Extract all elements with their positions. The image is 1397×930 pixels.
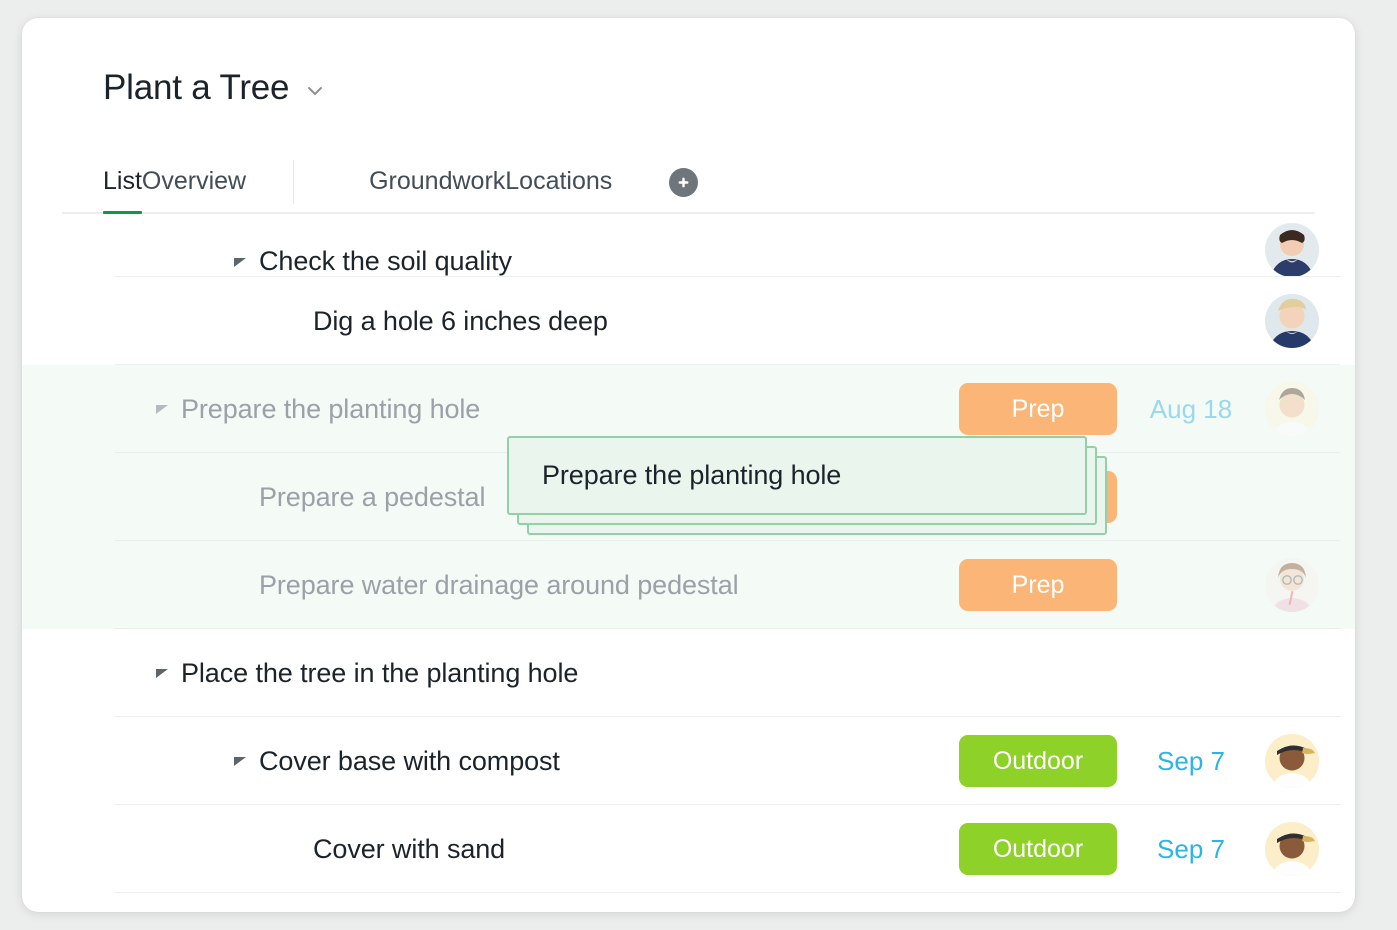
tab-overview[interactable]: Overview — [142, 150, 246, 214]
tab-overview-label: Overview — [141, 166, 247, 195]
tab-locations-label: Locations — [505, 166, 613, 195]
avatar[interactable] — [1265, 822, 1319, 876]
project-card: Plant a Tree List Overview Groundwork Lo… — [22, 18, 1355, 912]
tab-bar: List Overview Groundwork Locations — [22, 151, 1355, 215]
task-name: Place the tree in the planting hole — [181, 657, 579, 688]
tab-list-label: List — [103, 166, 142, 195]
task-name: Prepare water drainage around pedestal — [259, 569, 739, 600]
chevron-down-icon[interactable] — [305, 81, 325, 101]
task-name: Check the soil quality — [259, 246, 512, 276]
avatar[interactable] — [1265, 382, 1319, 436]
task-name: Cover base with compost — [259, 745, 560, 776]
disclosure-triangle-icon[interactable] — [233, 255, 247, 269]
table-row[interactable]: Prepare the planting hole Prep Aug 18 — [22, 365, 1355, 453]
table-row[interactable]: Cover with sand Outdoor Sep 7 — [22, 805, 1355, 893]
tab-locations[interactable]: Locations — [505, 150, 612, 214]
avatar[interactable] — [1265, 294, 1319, 348]
table-row[interactable]: Place the tree in the planting hole — [22, 629, 1355, 717]
task-name: Prepare a pedestal — [259, 481, 486, 512]
task-list[interactable]: Check the soil quality Dig a hole 6 inch… — [22, 215, 1355, 912]
table-row[interactable]: Prepare a pedestal Prep — [22, 453, 1355, 541]
status-badge[interactable]: Outdoor — [959, 823, 1117, 875]
status-badge[interactable]: Outdoor — [959, 735, 1117, 787]
task-name: Dig a hole 6 inches deep — [313, 305, 608, 336]
avatar[interactable] — [1265, 734, 1319, 788]
avatar[interactable] — [1265, 558, 1319, 612]
due-date[interactable]: Sep 7 — [1117, 746, 1265, 777]
disclosure-triangle-icon[interactable] — [233, 754, 247, 768]
table-row[interactable]: Dig a hole 6 inches deep — [22, 277, 1355, 365]
disclosure-triangle-icon[interactable] — [155, 402, 169, 416]
project-header: Plant a Tree — [103, 68, 325, 108]
plus-icon — [676, 175, 691, 190]
tab-groundwork-label: Groundwork — [369, 166, 506, 195]
avatar[interactable] — [1265, 223, 1319, 277]
status-badge[interactable]: Prep — [959, 471, 1117, 523]
table-row[interactable]: Check the soil quality — [22, 215, 1355, 277]
status-badge[interactable]: Prep — [959, 559, 1117, 611]
add-tab-button[interactable] — [669, 167, 699, 197]
status-badge[interactable]: Prep — [959, 383, 1117, 435]
due-date[interactable]: Sep 7 — [1117, 834, 1265, 865]
tab-groundwork[interactable]: Groundwork — [369, 150, 505, 214]
table-row[interactable]: Cover base with compost Outdoor Sep 7 — [22, 717, 1355, 805]
page-title: Plant a Tree — [103, 68, 290, 107]
task-name: Prepare the planting hole — [181, 393, 481, 424]
tab-list[interactable]: List — [103, 150, 142, 214]
tab-group-divider — [293, 160, 295, 204]
due-date[interactable]: Aug 18 — [1117, 394, 1265, 425]
disclosure-triangle-icon[interactable] — [155, 666, 169, 680]
table-row[interactable]: Prepare water drainage around pedestal P… — [22, 541, 1355, 629]
task-name: Cover with sand — [313, 833, 506, 864]
